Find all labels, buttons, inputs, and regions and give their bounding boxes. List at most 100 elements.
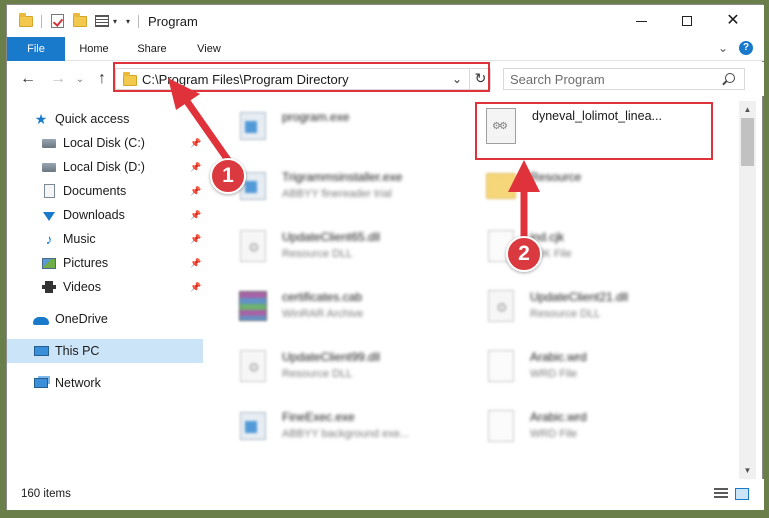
maximize-icon (682, 16, 692, 26)
status-bar: 160 items (7, 479, 764, 510)
tab-view[interactable]: View (184, 37, 234, 61)
close-button[interactable]: ✕ (710, 5, 756, 37)
help-icon[interactable]: ? (739, 41, 753, 55)
dll-file-icon (237, 347, 269, 385)
file-item[interactable]: Arabic.wrd WRD File (475, 341, 723, 393)
sidebar-item-label: Local Disk (D:) (63, 160, 145, 174)
chevron-down-icon[interactable]: ▾ (111, 12, 119, 30)
scrollbar-thumb[interactable] (741, 118, 754, 166)
file-name: FineExec.exe (282, 410, 355, 424)
sidebar-item-documents[interactable]: Documents 📌 (7, 179, 203, 203)
title-bar: ▾ ▾ Program ✕ (7, 5, 764, 37)
file-type: Resource DLL (530, 308, 601, 320)
maximize-button[interactable] (664, 5, 710, 37)
minimize-icon (635, 20, 647, 22)
file-item[interactable]: Arabic.wrd WRD File (475, 401, 723, 453)
step-badge-1: 1 (210, 158, 246, 194)
pictures-icon (41, 255, 57, 271)
network-icon (33, 375, 49, 391)
target-file-highlight (475, 102, 713, 160)
file-type: WRD File (530, 368, 578, 380)
document-file-icon (485, 347, 517, 385)
downloads-icon (41, 207, 57, 223)
back-button[interactable]: ← (19, 70, 37, 88)
search-icon[interactable] (725, 73, 735, 83)
search-input[interactable] (510, 71, 710, 87)
document-file-icon (485, 407, 517, 445)
archive-file-icon (237, 287, 269, 325)
sidebar-item-onedrive[interactable]: OneDrive (7, 307, 203, 331)
file-name: UpdateClient21.dll (530, 290, 629, 304)
customize-toolbar-icon[interactable]: ▾ (123, 12, 133, 30)
pin-icon[interactable]: 📌 (190, 162, 201, 173)
sidebar-item-this-pc[interactable]: This PC (7, 339, 203, 363)
file-type: ABBYY finereader trial (282, 188, 392, 200)
scroll-down-icon[interactable]: ▼ (739, 462, 756, 479)
pin-icon[interactable]: 📌 (190, 234, 201, 245)
sidebar-item-downloads[interactable]: Downloads 📌 (7, 203, 203, 227)
minimize-button[interactable] (618, 5, 664, 37)
file-item[interactable]: FineExec.exe ABBYY background exe... (227, 401, 475, 453)
file-item[interactable]: UpdateClient21.dll Resource DLL (475, 281, 723, 333)
dll-file-icon (237, 227, 269, 265)
file-item[interactable]: program.exe (227, 101, 475, 153)
sidebar-item-label: Pictures (63, 256, 109, 270)
sidebar-item-local-disk-c[interactable]: Local Disk (C:) 📌 (7, 131, 203, 155)
new-folder-icon[interactable] (71, 12, 89, 30)
file-item[interactable]: Trigrammsinstaller.exe ABBYY finereader … (227, 161, 475, 213)
close-icon: ✕ (726, 12, 740, 29)
vertical-scrollbar[interactable]: ▲ ▼ (739, 101, 756, 479)
expand-ribbon-icon[interactable]: ⌄ (718, 41, 728, 55)
videos-icon (41, 279, 57, 295)
view-properties-icon[interactable] (93, 12, 111, 30)
sidebar-item-quick-access[interactable]: ★ Quick access (7, 107, 203, 131)
properties-check-icon[interactable] (48, 12, 66, 30)
file-name: certificates.cab (282, 290, 363, 304)
sidebar-item-label: This PC (55, 344, 100, 358)
pin-icon[interactable]: 📌 (190, 186, 201, 197)
item-count: 160 items (21, 488, 71, 500)
window-title: Program (148, 14, 198, 29)
details-view-icon[interactable] (714, 488, 728, 500)
file-type: Resource DLL (282, 368, 353, 380)
toolbar-separator (138, 15, 139, 28)
file-type: WRD File (530, 428, 578, 440)
sidebar-item-videos[interactable]: Videos 📌 (7, 275, 203, 299)
tab-file[interactable]: File (7, 37, 65, 61)
file-name: program.exe (282, 110, 350, 124)
sidebar-item-local-disk-d[interactable]: Local Disk (D:) 📌 (7, 155, 203, 179)
file-item[interactable]: UpdateClient65.dll Resource DLL (227, 221, 475, 273)
documents-icon (41, 183, 57, 199)
file-name: UpdateClient65.dll (282, 230, 381, 244)
onedrive-icon (33, 311, 49, 327)
arrow-left-icon: ← (20, 70, 36, 87)
forward-button[interactable]: → (49, 70, 67, 88)
file-item[interactable]: certificates.cab WinRAR Archive (227, 281, 475, 333)
tab-share[interactable]: Share (127, 37, 177, 61)
folder-icon (485, 167, 517, 205)
sidebar-item-label: Downloads (63, 208, 125, 222)
file-item[interactable]: UpdateClient99.dll Resource DLL (227, 341, 475, 393)
tab-home[interactable]: Home (69, 37, 119, 61)
pin-icon[interactable]: 📌 (190, 210, 201, 221)
exe-file-icon (237, 407, 269, 445)
search-box (503, 68, 745, 90)
sidebar-item-pictures[interactable]: Pictures 📌 (7, 251, 203, 275)
pin-icon[interactable]: 📌 (190, 138, 201, 149)
music-icon: ♪ (45, 231, 53, 247)
large-icons-view-icon[interactable] (735, 488, 749, 500)
sidebar-item-network[interactable]: Network (7, 371, 203, 395)
scroll-up-icon[interactable]: ▲ (739, 101, 756, 118)
pin-icon[interactable]: 📌 (190, 258, 201, 269)
folder-item[interactable]: Resource (475, 161, 723, 213)
file-name: Arabic.wrd (530, 350, 587, 364)
sidebar-item-label: Quick access (55, 112, 130, 126)
this-pc-icon (33, 343, 49, 359)
sidebar-item-label: Music (63, 232, 96, 246)
chevron-down-icon: ⌄ (75, 73, 85, 85)
address-bar-highlight (113, 62, 490, 92)
sidebar-item-music[interactable]: ♪ Music 📌 (7, 227, 203, 251)
up-button[interactable]: ↑ (93, 70, 111, 88)
recent-locations-button[interactable]: ⌄ (71, 70, 89, 88)
pin-icon[interactable]: 📌 (190, 282, 201, 293)
